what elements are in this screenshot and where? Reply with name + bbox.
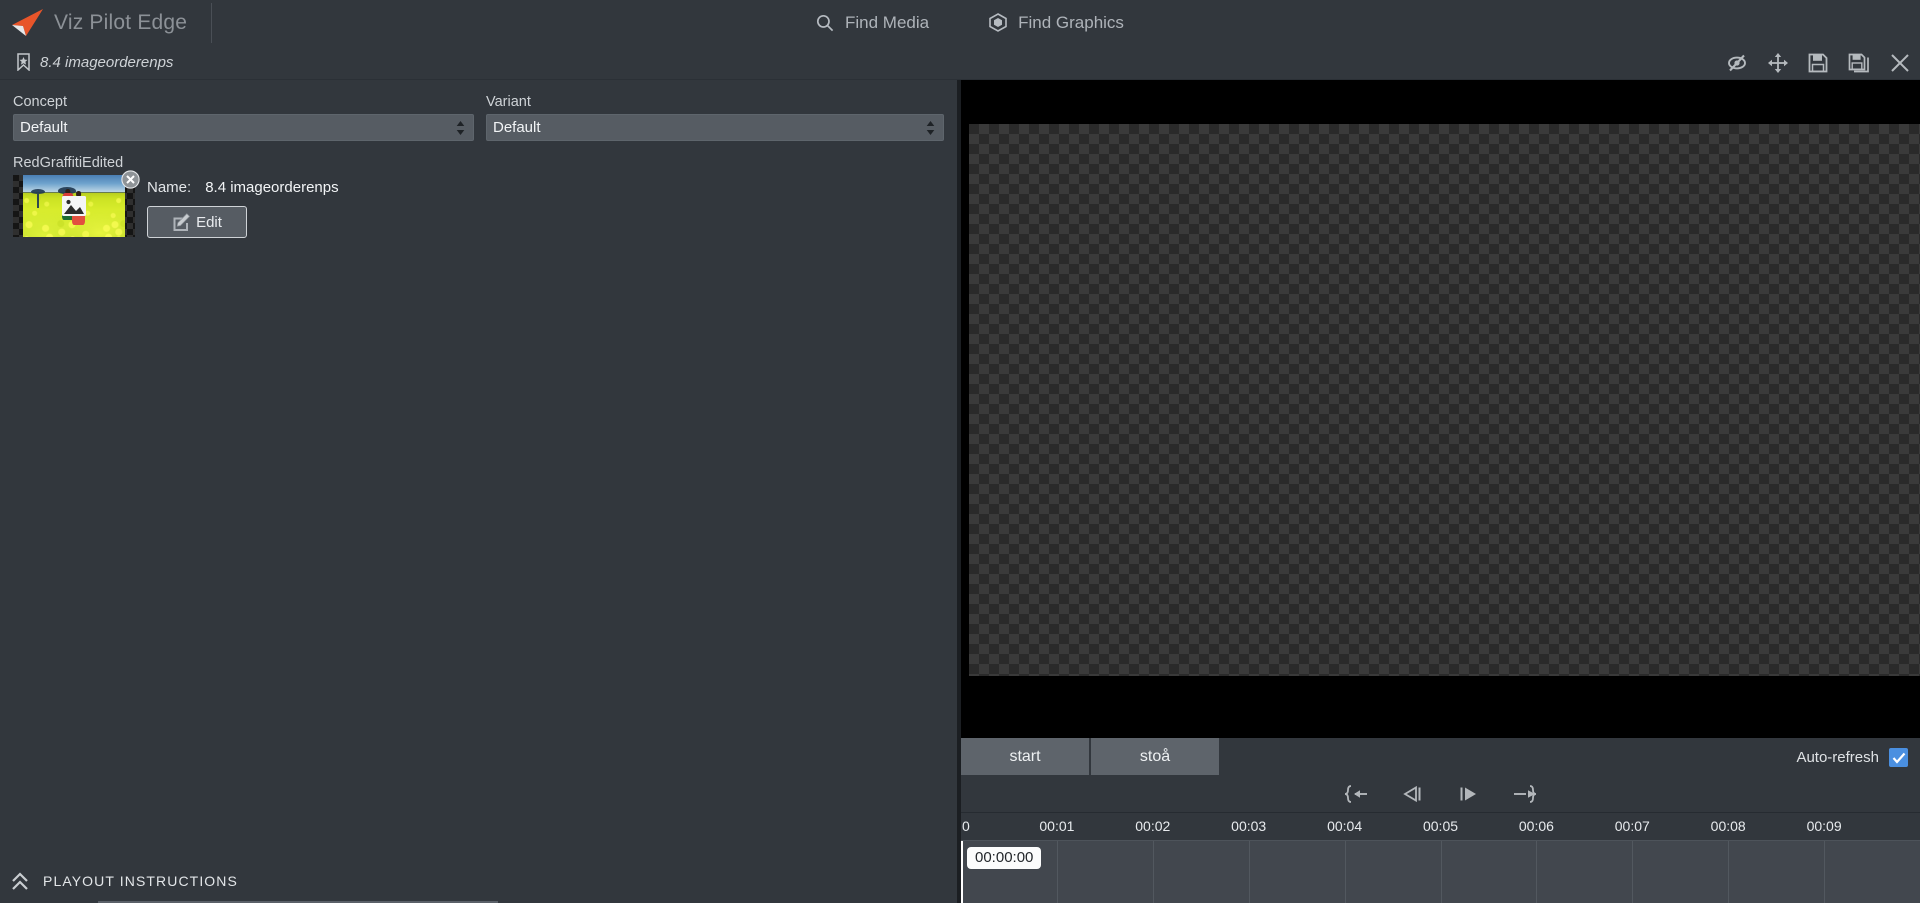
- close-icon[interactable]: [1890, 53, 1910, 73]
- auto-refresh-label: Auto-refresh: [1796, 749, 1879, 766]
- go-to-end-icon[interactable]: [1512, 784, 1537, 803]
- app-root: Viz Pilot Edge Find Media Find Graphics …: [0, 0, 1920, 903]
- stop-button[interactable]: stoå: [1091, 738, 1221, 775]
- edit-media-button[interactable]: Edit: [147, 206, 247, 238]
- timeline-gridline: [1344, 841, 1346, 903]
- timeline-tick: 00:04: [1327, 818, 1363, 834]
- search-icon: [816, 14, 834, 32]
- checkmark-icon: [1892, 752, 1905, 764]
- save-icon[interactable]: [1808, 53, 1828, 73]
- document-bar: 8.4 imageorderenps: [0, 45, 1920, 80]
- step-backward-icon[interactable]: [1402, 785, 1424, 803]
- variant-label: Variant: [486, 94, 531, 110]
- step-controls: [961, 775, 1920, 813]
- move-icon[interactable]: [1768, 52, 1788, 73]
- media-metadata: Name: 8.4 imageorderenps Edit: [147, 175, 339, 238]
- timeline-ruler[interactable]: 0 00:01 00:02 00:03 00:04 00:05 00:06 00:07 00:0…: [961, 813, 1920, 841]
- timeline-gridline: [1824, 841, 1826, 903]
- spinner-up-down-icon: [456, 120, 465, 135]
- media-name-value: 8.4 imageorderenps: [205, 179, 339, 196]
- transparency-checkerboard: [969, 124, 1920, 676]
- auto-refresh-checkbox[interactable]: [1889, 748, 1908, 767]
- variant-select[interactable]: Default: [486, 114, 944, 141]
- timeline-tick: 00:09: [1806, 818, 1842, 834]
- timeline-gridline: [1152, 841, 1154, 903]
- concept-variant-row: Concept Default Variant Default: [13, 94, 944, 141]
- body-split: Concept Default Variant Default RedGraff…: [0, 80, 1920, 903]
- arrow-logo-icon: [10, 8, 44, 38]
- editor-panel: Concept Default Variant Default RedGraff…: [0, 80, 957, 903]
- timeline-gridline: [1536, 841, 1538, 903]
- document-title: 8.4 imageorderenps: [40, 53, 174, 71]
- timeline-gridline: [1728, 841, 1730, 903]
- playout-instructions-toggle[interactable]: PLAYOUT INSTRUCTIONS: [0, 859, 957, 903]
- timecode-badge: 00:00:00: [967, 847, 1042, 869]
- timeline-tick: 00:03: [1231, 818, 1267, 834]
- preview-stage[interactable]: [961, 80, 1920, 736]
- media-thumbnail[interactable]: [13, 170, 140, 237]
- find-media-button[interactable]: Find Media: [816, 13, 929, 33]
- auto-refresh-toggle[interactable]: Auto-refresh: [1796, 738, 1908, 777]
- document-toolbar: [1726, 45, 1910, 80]
- remove-media-button[interactable]: [121, 170, 140, 189]
- graphics-cube-icon: [989, 13, 1007, 32]
- playout-instructions-label: PLAYOUT INSTRUCTIONS: [43, 873, 238, 889]
- timeline-tick: 00:07: [1614, 818, 1650, 834]
- brand-name: Viz Pilot Edge: [54, 10, 188, 34]
- top-nav: Find Media Find Graphics: [816, 0, 1124, 45]
- transport-bar: start stoå Auto-refresh: [961, 736, 1920, 775]
- variant-value: Default: [493, 119, 541, 136]
- find-media-label: Find Media: [845, 12, 930, 32]
- find-graphics-button[interactable]: Find Graphics: [989, 13, 1124, 33]
- media-name-line: Name: 8.4 imageorderenps: [147, 179, 339, 196]
- timeline-tick: 00:02: [1135, 818, 1171, 834]
- timeline-tick: 00:01: [1039, 818, 1075, 834]
- timeline-gridline: [1632, 841, 1634, 903]
- media-group: RedGraffitiEdited Name: 8.4 imageorderen…: [13, 155, 944, 238]
- timeline-tick: 00:06: [1518, 818, 1554, 834]
- timeline-tick: 00:08: [1710, 818, 1746, 834]
- timeline-gridline: [1440, 841, 1442, 903]
- start-button[interactable]: start: [961, 738, 1091, 775]
- concept-select[interactable]: Default: [13, 114, 474, 141]
- timeline-playhead[interactable]: [961, 841, 963, 903]
- timeline-tick: 0: [962, 818, 970, 834]
- concept-label: Concept: [13, 94, 68, 110]
- form-area: Concept Default Variant Default RedGraff…: [0, 80, 957, 859]
- spinner-up-down-icon: [926, 120, 935, 135]
- concept-field: Concept Default: [13, 94, 474, 141]
- chevron-double-up-icon: [10, 871, 30, 892]
- timeline-gridline: [1248, 841, 1250, 903]
- media-row: Name: 8.4 imageorderenps Edit: [13, 170, 944, 238]
- pencil-edit-icon: [172, 212, 192, 232]
- brand-divider: [211, 2, 213, 43]
- save-as-icon[interactable]: [1848, 53, 1870, 73]
- timeline-track-area[interactable]: 00:00:00: [961, 841, 1920, 903]
- media-group-label: RedGraffitiEdited: [13, 155, 124, 171]
- concept-value: Default: [20, 119, 68, 136]
- image-placeholder-icon: [61, 193, 87, 219]
- go-to-start-icon[interactable]: [1344, 784, 1369, 803]
- timeline-gridline: [1056, 841, 1058, 903]
- timeline-tick: 00:05: [1422, 818, 1459, 834]
- media-name-label: Name:: [147, 179, 192, 196]
- hide-preview-icon[interactable]: [1726, 53, 1748, 73]
- top-bar: Viz Pilot Edge Find Media Find Graphics: [0, 0, 1920, 45]
- find-graphics-label: Find Graphics: [1018, 12, 1124, 32]
- step-forward-icon[interactable]: [1457, 785, 1479, 803]
- brand: Viz Pilot Edge: [0, 0, 213, 45]
- preview-panel: start stoå Auto-refresh 0 00:01 00:02 00…: [957, 80, 1920, 903]
- document-identity: 8.4 imageorderenps: [0, 53, 174, 72]
- bookmark-star-icon: [16, 53, 31, 72]
- variant-field: Variant Default: [486, 94, 944, 141]
- edit-media-label: Edit: [196, 213, 222, 231]
